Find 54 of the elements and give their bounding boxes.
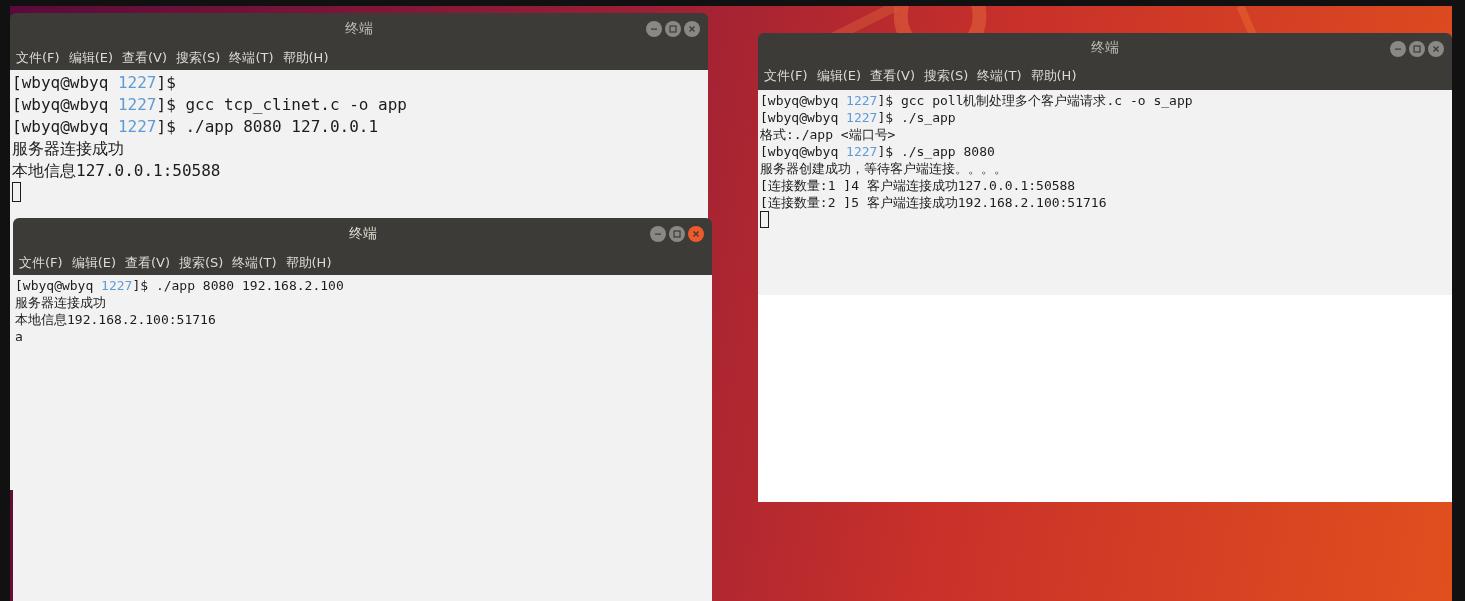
terminal-line: [连接数量:2 ]5 客户端连接成功192.168.2.100:51716	[760, 194, 1108, 211]
menu-item[interactable]: 查看(V)	[870, 67, 916, 85]
terminal-line: [wbyq@wbyq 1227]$ gcc tcp_clinet.c -o app	[12, 94, 408, 116]
minimize-button[interactable]	[646, 21, 662, 37]
menu-item[interactable]: 编辑(E)	[816, 67, 861, 85]
menu-item[interactable]: 搜索(S)	[179, 253, 224, 272]
terminal-line: [wbyq@wbyq 1227]$ ./app 8080 127.0.0.1	[12, 116, 380, 138]
text-cursor	[760, 211, 769, 228]
close-icon	[692, 230, 700, 238]
window-title: 终端	[345, 20, 373, 38]
menu-item[interactable]: 编辑(E)	[71, 253, 116, 272]
menu-item[interactable]: 终端(T)	[232, 253, 277, 272]
menu-item[interactable]: 帮助(H)	[1030, 67, 1077, 85]
maximize-button[interactable]	[665, 21, 681, 37]
menu-item[interactable]: 帮助(H)	[282, 48, 329, 67]
menu-item[interactable]: 终端(T)	[977, 67, 1022, 85]
terminal-line: 本地信息127.0.0.1:50588	[12, 160, 222, 182]
maximize-icon	[669, 25, 677, 33]
text-cursor	[12, 182, 21, 202]
menu-item[interactable]: 搜索(S)	[924, 67, 969, 85]
window-title: 终端	[1091, 38, 1119, 57]
close-icon	[688, 25, 696, 33]
terminal-line: 格式:./app <端口号>	[760, 126, 897, 143]
menu-item[interactable]: 文件(F)	[16, 48, 60, 67]
terminal-line: [wbyq@wbyq 1227]$ ./s_app 8080	[760, 143, 996, 160]
menu-item[interactable]: 文件(F)	[19, 253, 63, 272]
window-title: 终端	[348, 225, 377, 243]
close-button[interactable]	[684, 21, 700, 37]
minimize-button[interactable]	[650, 226, 666, 242]
menu-item[interactable]: 编辑(E)	[68, 48, 113, 67]
terminal-line: 服务器连接成功	[15, 294, 107, 311]
terminal-line: a	[15, 328, 24, 345]
menu-item[interactable]: 搜索(S)	[176, 48, 221, 67]
terminal-line: [连接数量:1 ]4 客户端连接成功127.0.0.1:50588	[760, 177, 1077, 194]
maximize-button[interactable]	[1409, 41, 1425, 57]
maximize-icon	[1413, 45, 1421, 53]
terminal-line: 服务器连接成功	[12, 138, 125, 160]
terminal-line: 服务器创建成功，等待客户端连接。。。。	[760, 160, 1008, 177]
terminal-line: [wbyq@wbyq 1227]$ gcc poll机制处理多个客户端请求.c -o s_app	[760, 92, 1194, 109]
terminal-line: [wbyq@wbyq 1227]$ ./app 8080 192.168.2.100	[15, 277, 345, 294]
menu-item[interactable]: 查看(V)	[122, 48, 168, 67]
menu-item[interactable]: 文件(F)	[764, 67, 808, 85]
menu-item[interactable]: 终端(T)	[229, 48, 274, 67]
maximize-icon	[673, 230, 681, 238]
menu-item[interactable]: 查看(V)	[125, 253, 171, 272]
maximize-button[interactable]	[669, 226, 685, 242]
close-button[interactable]	[1428, 41, 1444, 57]
close-button[interactable]	[688, 226, 704, 242]
terminal-line: 本地信息192.168.2.100:51716	[15, 311, 217, 328]
menu-item[interactable]: 帮助(H)	[285, 253, 332, 272]
minimize-button[interactable]	[1390, 41, 1406, 57]
terminal-line: [wbyq@wbyq 1227]$ ./s_app	[760, 109, 957, 126]
terminal-line: [wbyq@wbyq 1227]$	[12, 72, 177, 94]
close-icon	[1432, 45, 1440, 53]
